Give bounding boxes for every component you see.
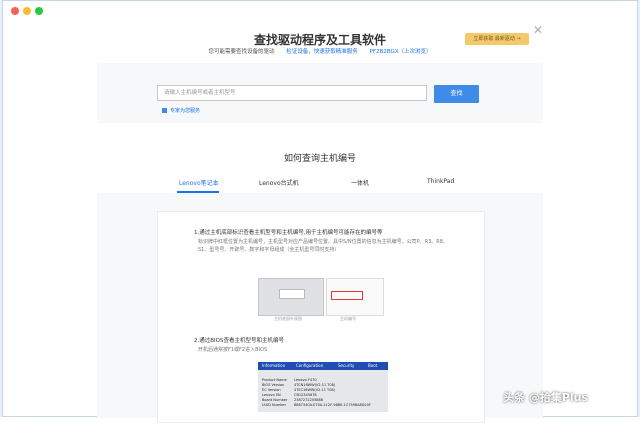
detect-device-link[interactable]: 检证设备，快速获取精准服务 <box>286 49 358 55</box>
section-title: 如何查询主机编号 <box>283 154 356 164</box>
tab-lenovo-desktop[interactable]: Lenovo台式机 <box>259 178 299 187</box>
bios-row-value: Lenovo Y470 <box>294 378 317 382</box>
expert-link-label: 专家为您服务 <box>170 108 201 114</box>
laptop-caption: 主机底部外观图 <box>274 316 302 321</box>
download-icon <box>162 108 167 113</box>
bios-row-key: Product Name <box>262 378 287 382</box>
tab-thinkpad[interactable]: ThinkPad <box>427 178 454 185</box>
sticker-caption: 主机编号 <box>340 316 356 321</box>
promo-button[interactable]: 立即获取 最新驱动 → <box>465 33 529 45</box>
bios-tab-information: Information <box>262 363 286 368</box>
bios-row-key: Lenovo SN <box>262 393 281 397</box>
laptop-bottom-image <box>258 278 324 316</box>
bios-row-value: CB12345678 <box>294 393 317 397</box>
step-2-desc: 开机后通常按F1或F2进入BIOS <box>198 347 268 353</box>
bios-tab-boot: Boot <box>368 363 378 368</box>
step-1-title: 1.通过主机底部标识查看主机型号和主机编号,用于主机编号可能存在的编号等 <box>194 230 383 236</box>
close-window-icon[interactable] <box>11 7 19 15</box>
instructions-card: 1.通过主机底部标识查看主机型号和主机编号,用于主机编号可能存在的编号等 标识牌… <box>157 211 485 423</box>
device-prompt: 您可能需要查找设备的驱动 <box>208 49 275 55</box>
watermark-text: 头条 @拾集Plus <box>503 391 589 404</box>
minimize-window-icon[interactable] <box>23 7 31 15</box>
label-sticker <box>279 289 305 299</box>
bios-row-value: 2387272205886 <box>294 398 323 402</box>
bios-row-value: 4TCN16WW(V2.11 T08) <box>294 383 336 387</box>
screen-background: 查找驱动程序及工具软件 您可能需要查找设备的驱动 检证设备，快速获取精准服务 P… <box>0 0 640 423</box>
search-input[interactable]: 请输入主机编号或者主机型号 <box>157 85 427 101</box>
device-prompt-line: 您可能需要查找设备的驱动 检证设备，快速获取精准服务 PF2B2BGX（上次浏览… <box>3 47 637 55</box>
bios-tab-security: Security <box>338 363 355 368</box>
device-type-tabs: Lenovo笔记本 Lenovo台式机 一体机 ThinkPad <box>97 173 543 194</box>
step-2-title: 2.通过BIOS查看主机型号和主机编号 <box>194 338 284 344</box>
bios-row-key: Board Number <box>262 398 288 402</box>
instructions-panel: 1.通过主机底部标识查看主机型号和主机编号,用于主机编号可能存在的编号等 标识牌… <box>97 193 543 423</box>
bios-row-value: 8867340A-E70A-112F-9880-1C7598A8D20F <box>294 403 371 407</box>
expert-service-link[interactable]: 专家为您服务 <box>162 107 200 114</box>
search-panel: 请输入主机编号或者主机型号 查找 专家为您服务 <box>97 63 543 123</box>
search-button[interactable]: 查找 <box>434 85 479 103</box>
bios-row-key: BIOS Version <box>262 383 285 387</box>
tab-lenovo-notebook[interactable]: Lenovo笔记本 <box>179 178 219 187</box>
bios-menu-bar: Information Configuration Security Boot <box>258 362 388 370</box>
title-bar <box>3 1 637 21</box>
maximize-window-icon[interactable] <box>35 7 43 15</box>
bios-row-key: EC Version <box>262 388 281 392</box>
serial-highlight-box <box>331 291 363 300</box>
browser-window: 查找驱动程序及工具软件 您可能需要查找设备的驱动 检证设备，快速获取精准服务 P… <box>2 0 638 423</box>
bios-tab-configuration: Configuration <box>296 363 324 368</box>
step-1-desc: 标识牌中红框位置为主机编号，主机型号对应产品编号位置。具中S/N位置的信息为主机… <box>198 239 448 253</box>
tab-all-in-one[interactable]: 一体机 <box>351 178 369 187</box>
sticker-closeup-image <box>326 278 384 316</box>
recent-model-link[interactable]: PF2B2BGX（上次浏览） <box>370 49 432 55</box>
bios-row-key: UUID Number <box>262 403 287 407</box>
close-icon[interactable]: ✕ <box>533 23 543 37</box>
bios-row-value: 4TEC16WW(V2.11 T08) <box>294 388 336 392</box>
bios-screenshot: Information Configuration Security Boot … <box>258 362 388 412</box>
